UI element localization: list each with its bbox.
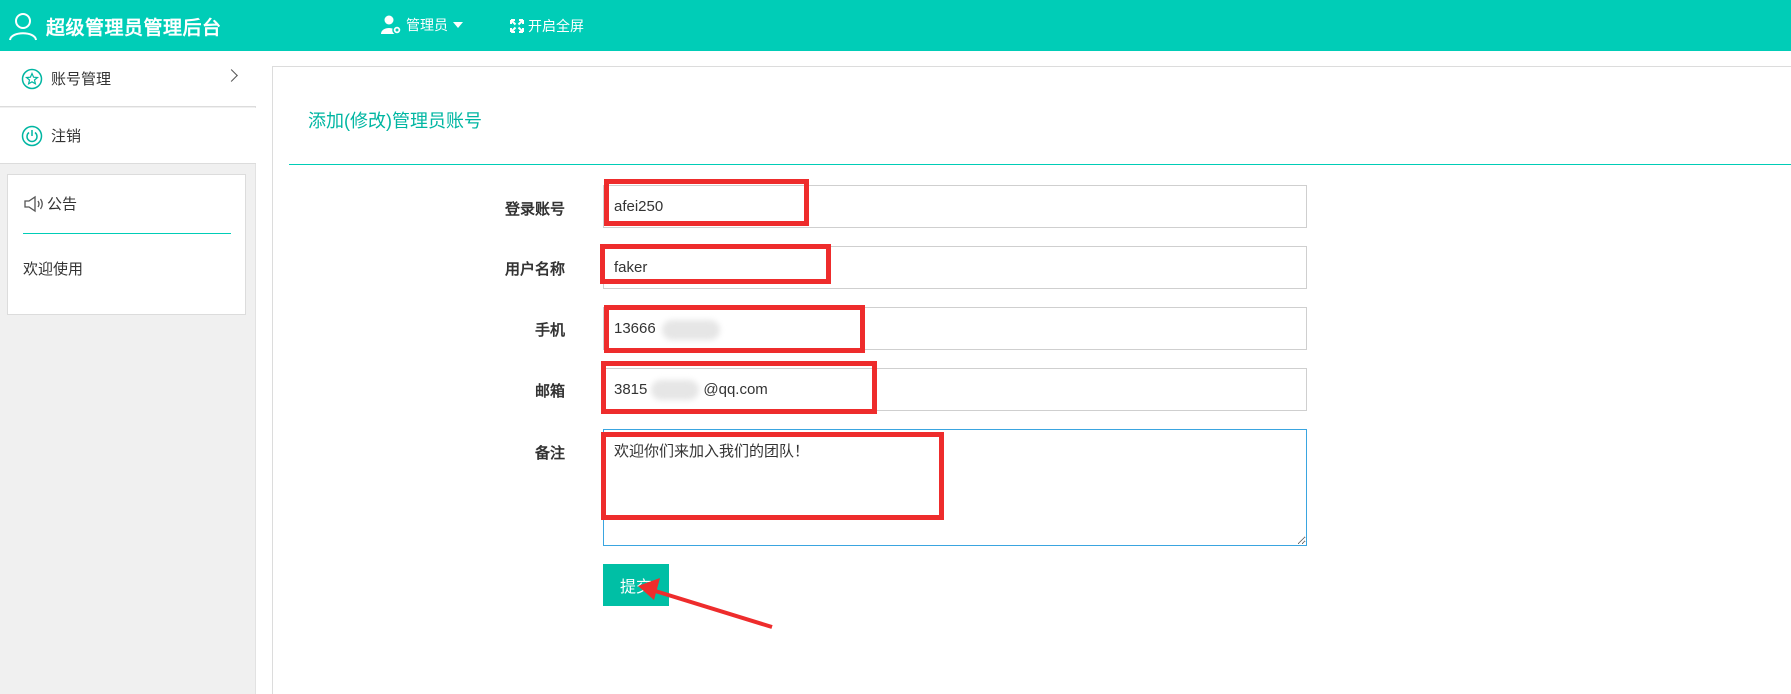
notice-panel: 公告 欢迎使用 xyxy=(7,174,246,315)
sidebar: 账号管理 注销 公告 欢迎使用 xyxy=(0,51,256,694)
label-login-account: 登录账号 xyxy=(504,201,565,218)
sidebar-item-account-management[interactable]: 账号管理 xyxy=(0,51,256,107)
title-divider xyxy=(289,164,1791,165)
email-input[interactable]: 3815 @qq.com xyxy=(603,368,1307,411)
label-username: 用户名称 xyxy=(504,261,565,278)
user-outline-icon xyxy=(9,13,37,41)
brand: 超级管理员管理后台 xyxy=(8,10,222,42)
notice-title: 公告 xyxy=(47,196,78,213)
notice-divider xyxy=(23,233,231,234)
caret-down-icon xyxy=(453,22,463,28)
star-circle-icon xyxy=(21,68,43,90)
notice-body: 欢迎使用 xyxy=(23,261,84,278)
fullscreen-label: 开启全屏 xyxy=(528,18,584,34)
sidebar-item-label: 账号管理 xyxy=(51,71,112,88)
fullscreen-button[interactable]: 开启全屏 xyxy=(510,16,584,36)
notice-header: 公告 xyxy=(23,193,77,214)
admin-dropdown[interactable]: 管理员 xyxy=(380,14,463,36)
chevron-right-icon xyxy=(225,69,238,82)
sidebar-item-label: 注销 xyxy=(51,128,82,145)
megaphone-icon xyxy=(24,195,43,212)
user-gear-icon xyxy=(381,15,402,35)
label-email: 邮箱 xyxy=(534,383,565,400)
username-input[interactable] xyxy=(603,246,1307,289)
email-suffix: @qq.com xyxy=(703,381,768,398)
redaction-blur xyxy=(662,320,720,340)
label-phone: 手机 xyxy=(534,322,565,339)
redaction-blur xyxy=(651,379,700,400)
expand-arrows-icon xyxy=(510,19,524,33)
page-title: 添加(修改)管理员账号 xyxy=(308,111,482,131)
submit-button[interactable]: 提交 xyxy=(603,564,669,606)
app-title: 超级管理员管理后台 xyxy=(46,17,222,39)
sidebar-item-logout[interactable]: 注销 xyxy=(0,108,256,164)
power-icon xyxy=(21,125,43,147)
top-bar: 超级管理员管理后台 管理员 开启全屏 xyxy=(0,0,1791,51)
label-remark: 备注 xyxy=(534,445,565,462)
remark-textarea[interactable]: 欢迎你们来加入我们的团队！ xyxy=(603,429,1307,546)
email-prefix: 3815 xyxy=(614,381,648,398)
admin-label: 管理员 xyxy=(406,17,448,33)
login-account-input[interactable] xyxy=(603,185,1307,228)
